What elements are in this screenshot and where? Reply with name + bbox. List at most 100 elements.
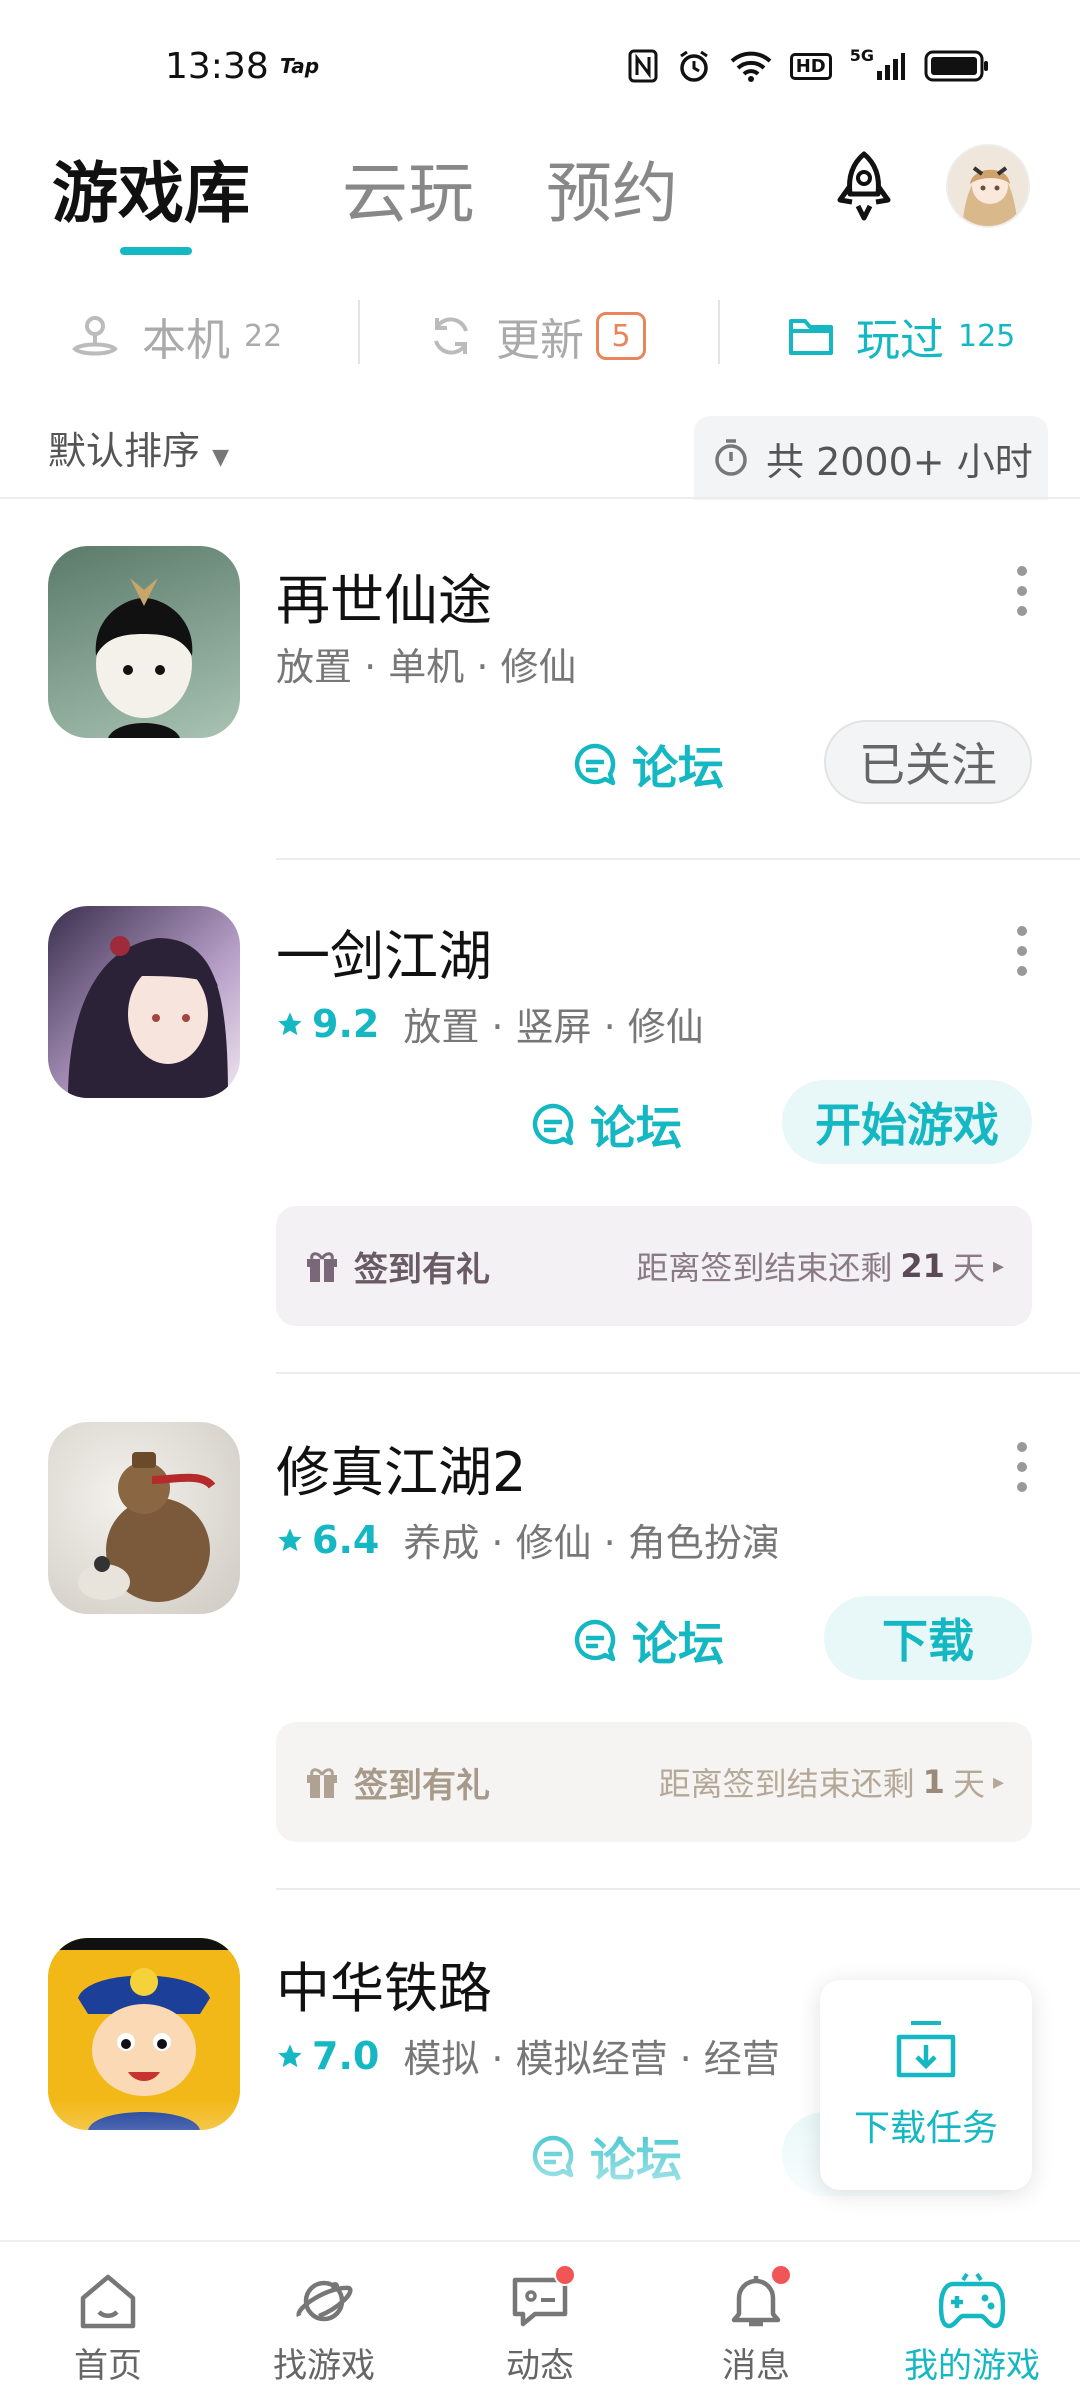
total-hours-text: 共 2000+ 小时 — [766, 439, 1033, 484]
rating-value: 7.0 — [312, 2033, 380, 2078]
forum-button[interactable]: 论坛 — [572, 732, 724, 798]
caret-down-icon: ▼ — [212, 445, 230, 470]
game-rating: 7.0 — [276, 2034, 379, 2078]
forum-icon — [574, 743, 616, 786]
forum-icon — [574, 1619, 616, 1662]
nav-feed[interactable]: 动态 — [432, 2242, 648, 2400]
nav-label: 消息 — [722, 2346, 790, 2386]
signin-unit: 天 — [952, 1765, 985, 1803]
divider — [358, 300, 360, 364]
game-title[interactable]: 修真江湖2 — [276, 1428, 526, 1507]
star-icon — [278, 1527, 302, 1551]
refresh-icon — [434, 317, 468, 355]
status-bar: 13:38 Tap HD 5G — [0, 0, 1080, 130]
game-icon-zaishixiantu[interactable] — [48, 546, 240, 738]
update-count-badge: 5 — [596, 312, 646, 360]
bottom-navigation: 首页 找游戏 动态 消息 我的游戏 — [0, 2240, 1080, 2400]
notification-dot — [770, 2264, 792, 2286]
forum-icon — [532, 1103, 574, 1146]
battery-icon — [924, 46, 990, 86]
active-tab-indicator — [120, 247, 192, 255]
gift-icon — [307, 1768, 337, 1798]
nav-label: 动态 — [506, 2346, 574, 2386]
game-tags: 养成 · 修仙 · 角色扮演 — [403, 1521, 780, 1565]
signin-reward-banner[interactable]: 签到有礼 距离签到结束还剩 1 天 ▸ — [276, 1722, 1032, 1842]
star-icon — [278, 1011, 302, 1035]
signin-reward-banner[interactable]: 签到有礼 距离签到结束还剩 21 天 ▸ — [276, 1206, 1032, 1326]
divider — [718, 300, 720, 364]
filter-local-count: 22 — [244, 318, 283, 354]
download-tray-icon — [896, 2021, 956, 2078]
game-icon-yijianjianghu[interactable] — [48, 906, 240, 1098]
filter-local[interactable]: 本机 22 — [70, 296, 282, 376]
game-rating: 9.2 — [276, 1002, 379, 1046]
forum-button[interactable]: 论坛 — [572, 1608, 724, 1674]
forum-button[interactable]: 论坛 — [530, 1092, 682, 1158]
tab-game-library[interactable]: 游戏库 — [52, 140, 250, 236]
notification-dot — [554, 2264, 576, 2286]
rating-value: 6.4 — [312, 1517, 380, 1562]
nav-label: 首页 — [74, 2346, 142, 2386]
forum-label: 论坛 — [632, 741, 724, 795]
game-rating: 6.4 — [276, 1518, 379, 1562]
nav-discover[interactable]: 找游戏 — [216, 2242, 432, 2400]
total-hours-badge: 共 2000+ 小时 — [694, 416, 1048, 500]
game-tags: 模拟 · 模拟经营 · 经营 — [403, 2037, 780, 2081]
start-game-button[interactable]: 开始游戏 — [782, 1080, 1032, 1164]
followed-button[interactable]: 已关注 — [824, 720, 1032, 804]
nav-home[interactable]: 首页 — [0, 2242, 216, 2400]
filter-update-label: 更新 — [496, 315, 584, 366]
signin-days: 1 — [922, 1763, 945, 1801]
forum-label: 论坛 — [590, 1101, 682, 1155]
download-tasks-button[interactable]: 下载任务 — [820, 1980, 1032, 2190]
game-title[interactable]: 中华铁路 — [276, 1944, 492, 2023]
game-title[interactable]: 再世仙途 — [276, 556, 492, 635]
rating-value: 9.2 — [312, 1001, 380, 1046]
forum-label: 论坛 — [632, 1617, 724, 1671]
tab-reservations[interactable]: 预约 — [546, 140, 678, 236]
game-tags: 放置 · 竖屏 · 修仙 — [403, 1005, 704, 1049]
signin-countdown-text: 距离签到结束还剩 — [658, 1765, 915, 1803]
wifi-icon — [730, 46, 772, 86]
alarm-icon — [676, 46, 712, 86]
more-options-icon[interactable] — [1016, 566, 1028, 616]
nav-label: 找游戏 — [273, 2346, 375, 2386]
rocket-icon[interactable] — [826, 148, 902, 224]
sort-dropdown[interactable]: 默认排序 ▼ — [48, 420, 229, 475]
divider — [276, 858, 1080, 860]
home-icon — [80, 2274, 136, 2329]
cell-signal-icon: 5G — [850, 46, 906, 86]
tap-notification-icon: Tap — [280, 54, 320, 78]
signin-label: 签到有礼 — [354, 1765, 490, 1806]
download-button[interactable]: 下载 — [824, 1596, 1032, 1680]
divider — [276, 1372, 1080, 1374]
filter-played[interactable]: 玩过 125 — [788, 296, 1015, 376]
nav-messages[interactable]: 消息 — [648, 2242, 864, 2400]
game-meta: 9.2 放置 · 竖屏 · 修仙 — [276, 996, 704, 1051]
chevron-right-icon: ▸ — [992, 1769, 1004, 1795]
signin-unit: 天 — [952, 1249, 985, 1287]
sort-label: 默认排序 — [48, 429, 201, 473]
more-options-icon[interactable] — [1016, 926, 1028, 976]
star-icon — [278, 2043, 302, 2067]
gamepad-icon — [939, 2272, 1005, 2329]
game-title[interactable]: 一剑江湖 — [276, 912, 492, 991]
nfc-icon — [628, 46, 658, 86]
divider — [276, 1888, 1080, 1890]
nav-label: 我的游戏 — [904, 2346, 1040, 2386]
signin-days: 21 — [900, 1247, 945, 1285]
gift-icon — [307, 1252, 337, 1282]
avatar[interactable] — [946, 144, 1030, 228]
game-tags: 放置 · 单机 · 修仙 — [276, 645, 577, 689]
filter-played-count: 125 — [958, 318, 1016, 354]
filter-played-label: 玩过 — [856, 315, 944, 366]
nav-my-games[interactable]: 我的游戏 — [864, 2242, 1080, 2400]
game-icon-xiuzhenjianghu2[interactable] — [48, 1422, 240, 1614]
more-options-icon[interactable] — [1016, 1442, 1028, 1492]
signin-label: 签到有礼 — [354, 1249, 490, 1290]
status-time: 13:38 — [165, 46, 269, 87]
signin-countdown-text: 距离签到结束还剩 — [636, 1249, 893, 1287]
game-meta: 6.4 养成 · 修仙 · 角色扮演 — [276, 1512, 780, 1567]
filter-update[interactable]: 更新 5 — [428, 296, 646, 376]
tab-cloud-play[interactable]: 云玩 — [342, 140, 474, 236]
